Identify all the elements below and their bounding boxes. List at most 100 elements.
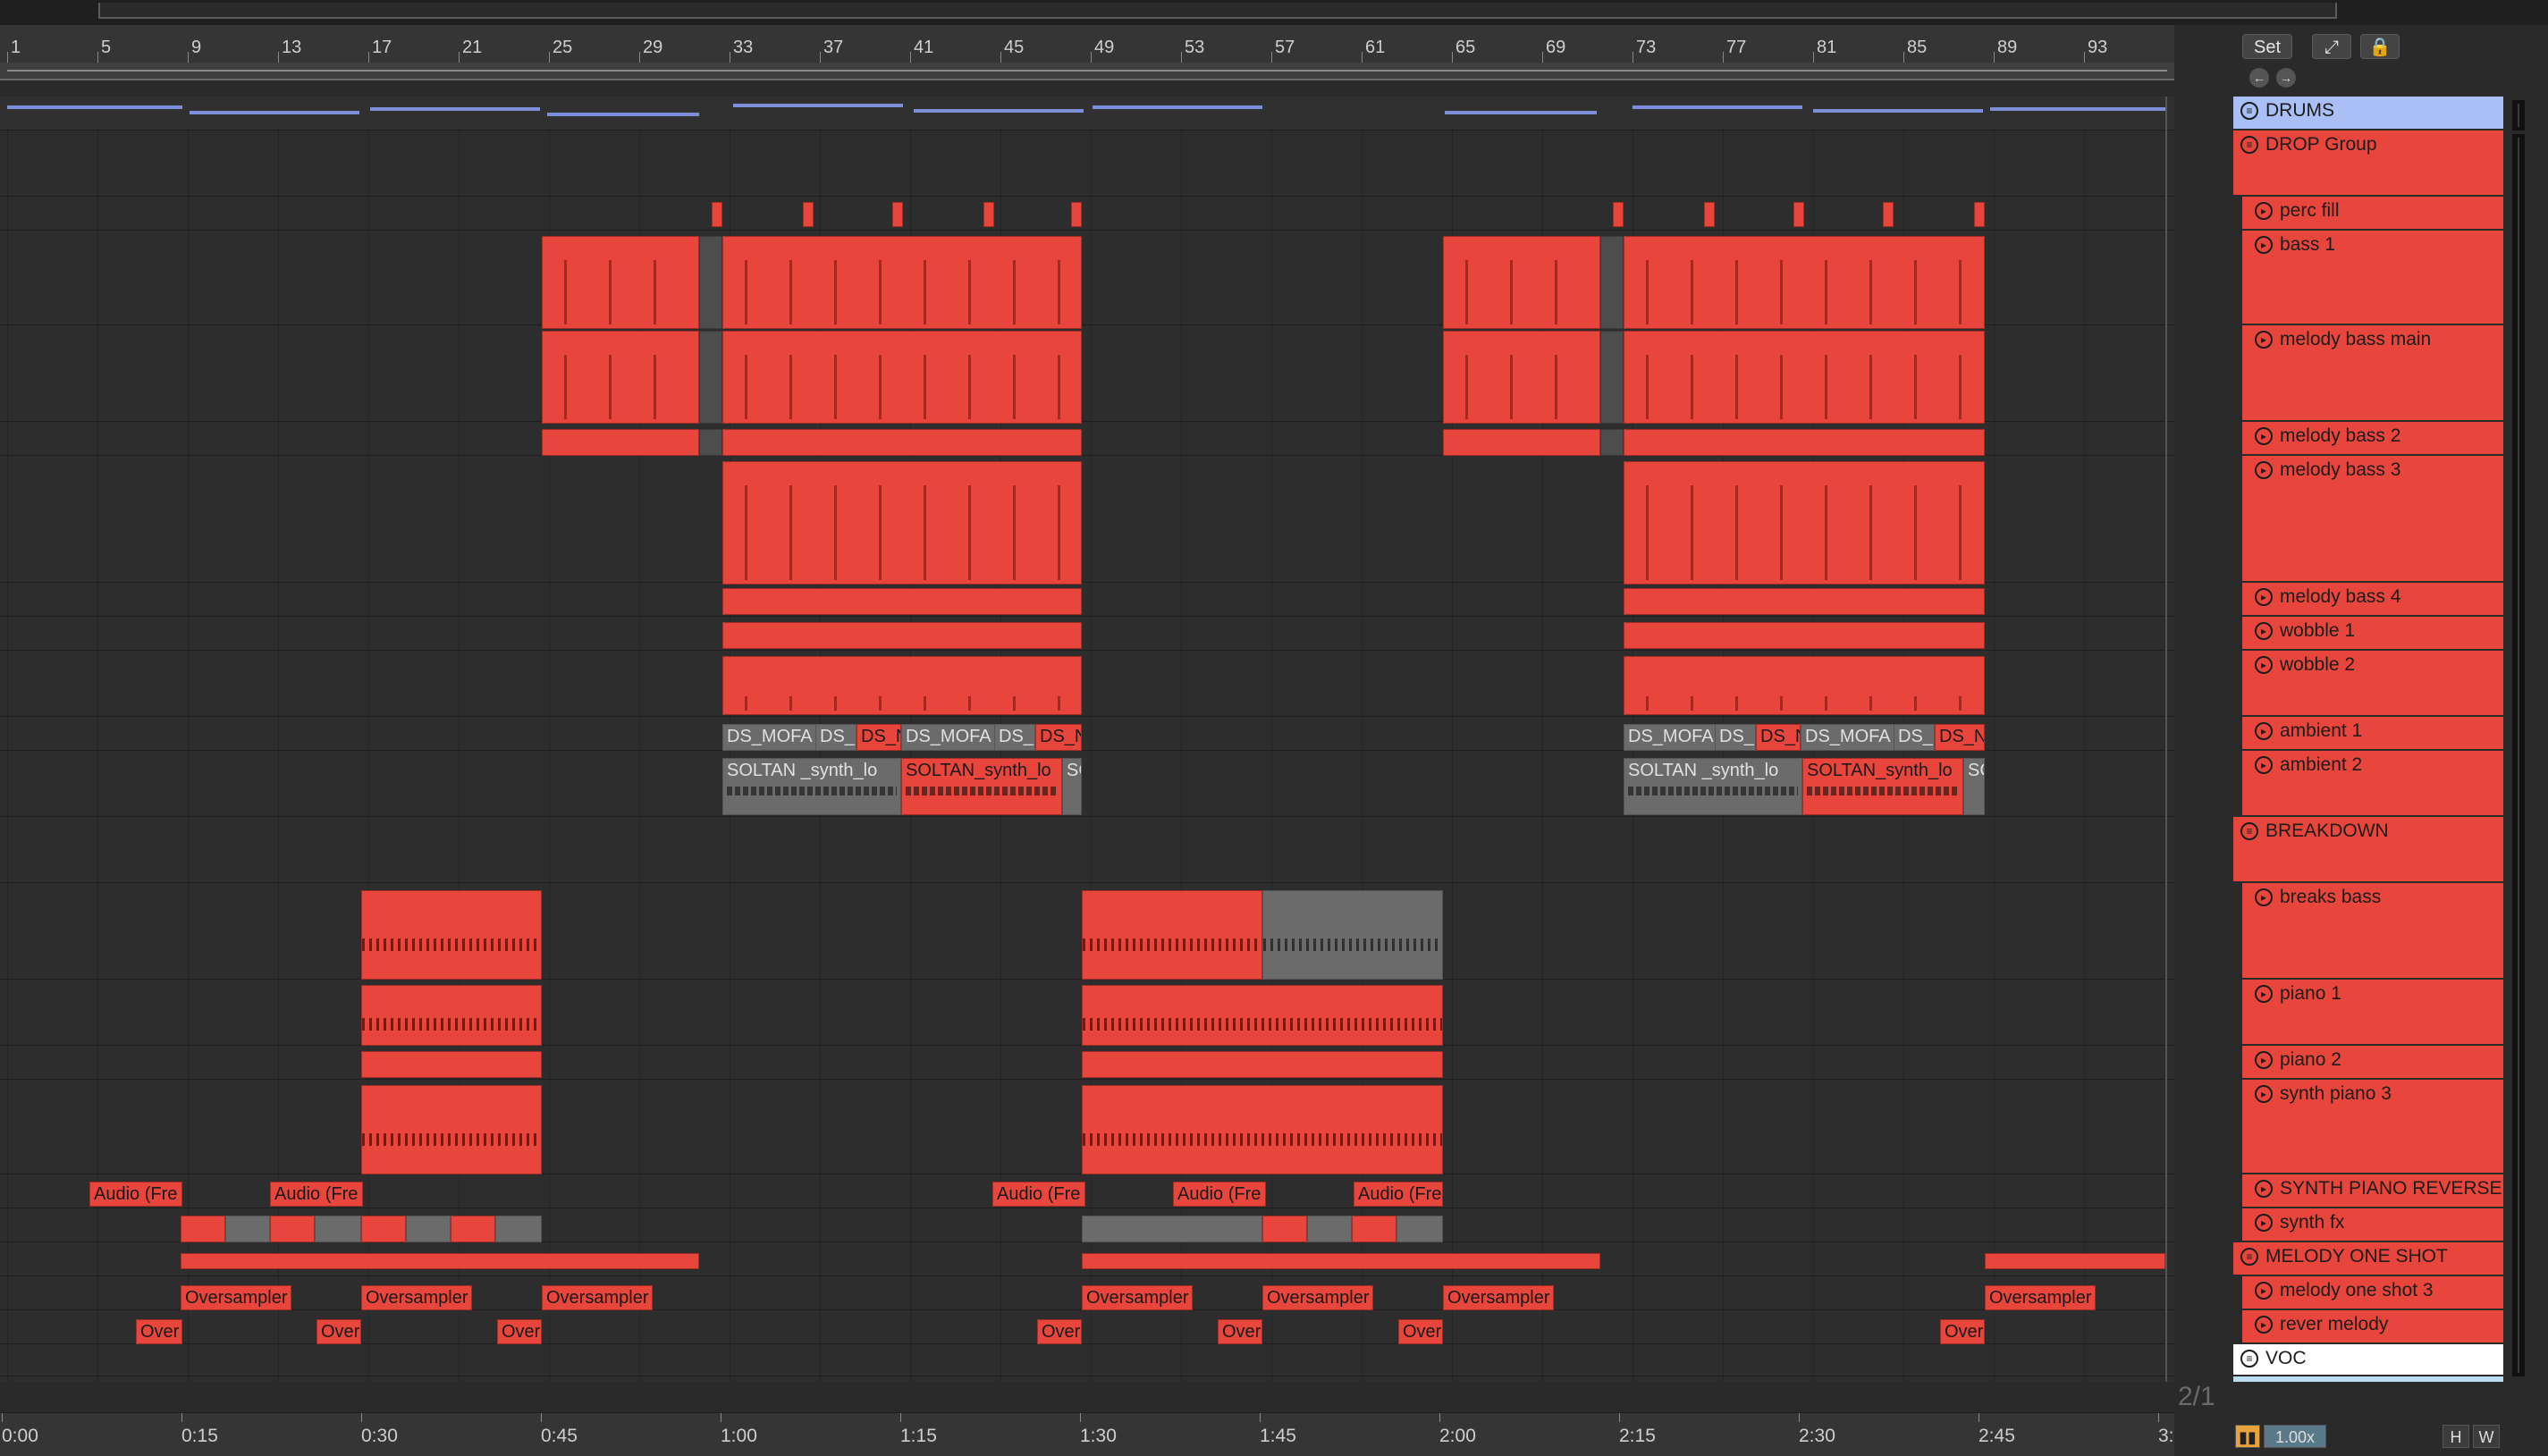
clip-melody-bass-2[interactable] bbox=[699, 429, 722, 456]
clip-synth-fx[interactable] bbox=[315, 1216, 361, 1242]
h-button[interactable]: H bbox=[2443, 1425, 2469, 1448]
clip-synth-piano-reverse[interactable]: Audio (Fre bbox=[270, 1182, 363, 1207]
clip-piano-1[interactable] bbox=[361, 985, 542, 1046]
clip-melody-one-shot-summary[interactable] bbox=[1985, 1253, 2165, 1269]
clip-melody-bass-2[interactable] bbox=[722, 429, 1082, 456]
clip-perc-fill[interactable] bbox=[983, 202, 994, 227]
track-fold-icon[interactable]: ▸ bbox=[2255, 1214, 2273, 1232]
clip-synth-fx[interactable] bbox=[406, 1216, 451, 1242]
w-button[interactable]: W bbox=[2473, 1425, 2500, 1448]
track-fold-icon[interactable]: ▸ bbox=[2255, 427, 2273, 445]
zoom-value[interactable]: 1.00x bbox=[2264, 1425, 2326, 1448]
track-header-voc[interactable]: ≡ VOC bbox=[2233, 1344, 2503, 1376]
clip-synth-piano-reverse[interactable]: Audio (Fre bbox=[1173, 1182, 1266, 1207]
group-fold-icon[interactable]: ≡ bbox=[2240, 1350, 2258, 1368]
track-fold-icon[interactable]: ▸ bbox=[2255, 622, 2273, 640]
clip-bass-1[interactable] bbox=[699, 236, 722, 329]
clip-perc-fill[interactable] bbox=[892, 202, 903, 227]
clip-wobble-2[interactable] bbox=[1624, 656, 1985, 715]
clip-bass-1[interactable] bbox=[542, 236, 699, 329]
lock-icon[interactable]: 🔒 bbox=[2360, 34, 2400, 59]
clip-piano-2[interactable] bbox=[361, 1051, 542, 1078]
clip-melody-one-shot-summary[interactable] bbox=[1082, 1253, 1600, 1269]
track-header-synth-piano-reverse[interactable]: ▸ SYNTH PIANO REVERSE bbox=[2242, 1174, 2503, 1208]
track-header-ambient-2[interactable]: ▸ ambient 2 bbox=[2242, 751, 2503, 817]
group-fold-icon[interactable]: ≡ bbox=[2240, 822, 2258, 840]
clip-synth-piano-reverse[interactable]: Audio (Fre bbox=[89, 1182, 182, 1207]
clip-perc-fill[interactable] bbox=[1793, 202, 1804, 227]
arrow-left-icon[interactable]: ← bbox=[2249, 68, 2269, 88]
clip-rever-melody[interactable]: Over bbox=[497, 1319, 542, 1344]
clip-melody-bass-main[interactable] bbox=[1443, 331, 1600, 424]
track-header-melody-bass-2[interactable]: ▸ melody bass 2 bbox=[2242, 422, 2503, 456]
clip-perc-fill[interactable] bbox=[803, 202, 814, 227]
track-fold-icon[interactable]: ▸ bbox=[2255, 756, 2273, 774]
clip-synth-piano-3[interactable] bbox=[361, 1085, 542, 1174]
clip-ambient-1[interactable]: DS_ bbox=[1715, 724, 1756, 751]
clip-ambient-2[interactable]: SOLTAN_synth_lo bbox=[1802, 758, 1963, 815]
track-fold-icon[interactable]: ▸ bbox=[2255, 588, 2273, 606]
clip-ambient-2[interactable]: SOLTAN_synth_lo bbox=[901, 758, 1062, 815]
clip-synth-fx[interactable] bbox=[451, 1216, 495, 1242]
clip-rever-melody[interactable]: Over bbox=[1940, 1319, 1985, 1344]
clip-breaks-bass[interactable] bbox=[1082, 890, 1262, 980]
track-header-ambient-1[interactable]: ▸ ambient 1 bbox=[2242, 717, 2503, 751]
clip-perc-fill[interactable] bbox=[1974, 202, 1985, 227]
track-header-melody-one-shot-3[interactable]: ▸ melody one shot 3 bbox=[2242, 1276, 2503, 1310]
clip-bass-1[interactable] bbox=[722, 236, 1082, 329]
clip-ambient-1[interactable]: DS_ bbox=[815, 724, 856, 751]
group-fold-icon[interactable]: ≡ bbox=[2240, 1248, 2258, 1266]
clip-rever-melody[interactable]: Over bbox=[1218, 1319, 1262, 1344]
clip-ambient-1[interactable]: DS_ bbox=[994, 724, 1035, 751]
clip-melody-bass-main[interactable] bbox=[542, 331, 699, 424]
clip-bass-1[interactable] bbox=[1443, 236, 1600, 329]
clip-synth-fx[interactable] bbox=[361, 1216, 406, 1242]
clip-breaks-bass[interactable] bbox=[1262, 890, 1443, 980]
overview-scroll-window[interactable] bbox=[98, 3, 2337, 19]
clip-melody-bass-3[interactable] bbox=[722, 461, 1082, 585]
track-header-melody-bass-main[interactable]: ▸ melody bass main bbox=[2242, 325, 2503, 422]
track-header-bass-1[interactable]: ▸ bass 1 bbox=[2242, 231, 2503, 325]
clip-synth-fx[interactable] bbox=[270, 1216, 315, 1242]
clip-melody-one-shot-3[interactable]: Oversampler bbox=[361, 1285, 472, 1310]
clip-melody-one-shot-3[interactable]: Oversampler bbox=[181, 1285, 291, 1310]
clip-synth-fx[interactable] bbox=[1307, 1216, 1352, 1242]
clip-synth-fx[interactable] bbox=[1352, 1216, 1396, 1242]
track-fold-icon[interactable]: ▸ bbox=[2255, 461, 2273, 479]
track-header-rever-melody[interactable]: ▸ rever melody bbox=[2242, 1310, 2503, 1344]
track-header-melody-bass-3[interactable]: ▸ melody bass 3 bbox=[2242, 456, 2503, 583]
clip-melody-one-shot-3[interactable]: Oversampler bbox=[1985, 1285, 2096, 1310]
group-fold-icon[interactable]: ≡ bbox=[2240, 136, 2258, 154]
time-ruler[interactable]: 0:00 0:15 0:30 0:45 1:00 1:15 1:30 1:45 2:00 2:15… bbox=[0, 1412, 2195, 1456]
track-fold-icon[interactable]: ▸ bbox=[2255, 888, 2273, 906]
clip-melody-bass-main[interactable] bbox=[699, 331, 722, 424]
clip-perc-fill[interactable] bbox=[1704, 202, 1715, 227]
clip-ambient-2[interactable]: SC bbox=[1062, 758, 1082, 815]
clip-ambient-2[interactable]: SOLTAN _synth_lo bbox=[722, 758, 901, 815]
track-header-drop-group[interactable]: ≡ DROP Group bbox=[2233, 130, 2503, 197]
set-button[interactable]: Set bbox=[2242, 34, 2292, 59]
clip-rever-melody[interactable]: Over bbox=[316, 1319, 361, 1344]
clip-synth-piano-reverse[interactable]: Audio (Fre bbox=[992, 1182, 1085, 1207]
clip-perc-fill[interactable] bbox=[1071, 202, 1082, 227]
track-header-piano-1[interactable]: ▸ piano 1 bbox=[2242, 980, 2503, 1046]
track-fold-icon[interactable]: ▸ bbox=[2255, 656, 2273, 674]
clip-perc-fill[interactable] bbox=[712, 202, 722, 227]
clip-synth-fx[interactable] bbox=[1082, 1216, 1262, 1242]
track-fold-icon[interactable]: ▸ bbox=[2255, 1051, 2273, 1069]
clip-ambient-2[interactable]: SC bbox=[1963, 758, 1985, 815]
clip-bass-1[interactable] bbox=[1624, 236, 1985, 329]
arrow-right-icon[interactable]: → bbox=[2276, 68, 2296, 88]
track-header-wobble-1[interactable]: ▸ wobble 1 bbox=[2242, 617, 2503, 651]
clip-melody-one-shot-3[interactable]: Oversampler bbox=[1262, 1285, 1373, 1310]
clip-ambient-1[interactable]: DS_N bbox=[1756, 724, 1801, 751]
clip-synth-fx[interactable] bbox=[1262, 1216, 1307, 1242]
clip-ambient-2[interactable]: SOLTAN _synth_lo bbox=[1624, 758, 1802, 815]
track-header-piano-2[interactable]: ▸ piano 2 bbox=[2242, 1046, 2503, 1080]
track-fold-icon[interactable]: ▸ bbox=[2255, 1085, 2273, 1103]
clip-synth-fx[interactable] bbox=[495, 1216, 542, 1242]
clip-melody-bass-2[interactable] bbox=[1624, 429, 1985, 456]
clip-ambient-1[interactable]: DS_N bbox=[1935, 724, 1985, 751]
clip-melody-bass-4[interactable] bbox=[1624, 588, 1985, 615]
clip-ambient-1[interactable]: DS_ bbox=[1894, 724, 1935, 751]
